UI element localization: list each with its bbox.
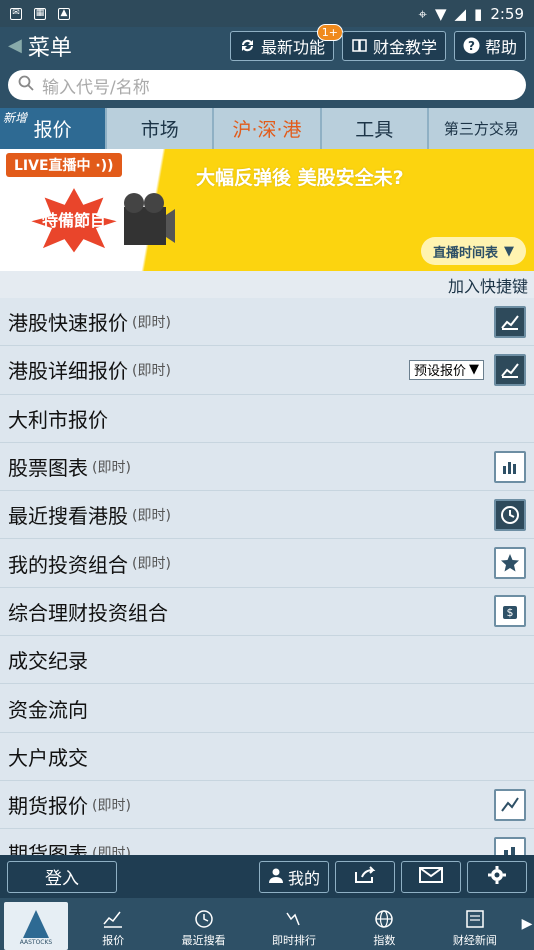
ranking-icon: [286, 912, 300, 926]
new-tag: 新增: [0, 108, 31, 127]
tab-shanghai-shenzhen-hk[interactable]: 沪·深·港: [214, 108, 322, 149]
clock: 2:59: [490, 4, 524, 23]
mail-button[interactable]: [401, 860, 461, 893]
refresh-icon: [239, 37, 256, 54]
list-item[interactable]: 我的投资组合 (即时): [0, 539, 534, 588]
chevron-down-icon: ▼: [469, 362, 479, 378]
photo-icon: ▲: [58, 7, 70, 20]
book-icon: [351, 37, 368, 54]
page-title: 菜单: [27, 35, 72, 61]
back-button[interactable]: ◀ 菜单: [8, 30, 72, 62]
share-icon: [353, 865, 377, 888]
tab-quotes[interactable]: 新增 报价: [0, 108, 108, 149]
live-schedule-label: 直播时间表: [432, 245, 498, 261]
news-icon: [466, 910, 484, 928]
chevron-right-icon[interactable]: ▶: [520, 898, 534, 950]
bottom-nav: AASTOCKS 报价 最近搜看 即时排行 指数 财经新闻 ▶: [0, 898, 534, 950]
tab-tools[interactable]: 工具: [321, 108, 429, 149]
aastocks-logo[interactable]: AASTOCKS: [4, 902, 68, 950]
tab-third-party-trading-label: 第三方交易: [443, 120, 519, 138]
mail-icon: [419, 866, 443, 887]
signal-icon: ◢: [454, 4, 467, 23]
detail-chart-icon[interactable]: [494, 353, 526, 386]
location-icon: ⌖: [418, 4, 427, 23]
banner-headline: 大幅反弹後 美股安全未?: [196, 167, 404, 189]
tab-market-label: 市场: [140, 119, 179, 141]
futures-quote-icon[interactable]: [494, 788, 526, 821]
bottom-action-bar: 登入 我的: [0, 855, 534, 898]
nav-recent[interactable]: 最近搜看: [158, 898, 248, 950]
trend-chart-icon[interactable]: [494, 305, 526, 338]
special-program-star: 特備節目: [22, 185, 126, 255]
whats-new-label: 最新功能: [260, 37, 325, 57]
tab-market[interactable]: 市场: [107, 108, 215, 149]
list-item[interactable]: 最近搜看港股 (即时): [0, 491, 534, 540]
list-item[interactable]: 大利市报价: [0, 395, 534, 443]
star-icon[interactable]: [494, 547, 526, 580]
my-account-button[interactable]: 我的: [258, 860, 329, 893]
quotes-icon: [103, 911, 123, 928]
new-badge: 1+: [316, 23, 343, 41]
svg-text:?: ?: [468, 39, 475, 53]
nav-quotes[interactable]: 报价: [68, 898, 158, 950]
live-banner[interactable]: LIVE直播中 ·)) 特備節目 大幅反弹後 美股安全未? 直播时间表 ▼: [0, 149, 534, 271]
finance-teaching-button[interactable]: 财金教学: [341, 30, 446, 61]
list-item[interactable]: 成交纪录: [0, 636, 534, 685]
tab-tools-label: 工具: [355, 119, 394, 141]
tab-quotes-label: 报价: [33, 119, 72, 141]
gear-icon: [487, 865, 507, 889]
tab-third-party-trading[interactable]: 第三方交易: [428, 108, 534, 149]
main-tabs: 新增 报价 市场 沪·深·港 工具 第三方交易: [0, 108, 534, 149]
live-schedule-button[interactable]: 直播时间表 ▼: [420, 237, 526, 265]
help-label: 帮助: [484, 37, 517, 57]
clock-icon[interactable]: [494, 498, 526, 531]
list-item[interactable]: 港股快速报价 (即时): [0, 298, 534, 347]
chevron-down-icon: ▼: [504, 243, 514, 259]
clock-icon: [194, 910, 213, 928]
search-placeholder: 输入代号/名称: [42, 77, 150, 98]
app-header: ◀ 菜单 最新功能 1+ 财金教学 ? 帮助: [0, 23, 534, 64]
settings-button[interactable]: [467, 860, 527, 893]
help-icon: ?: [463, 37, 480, 54]
list-item[interactable]: 大户成交: [0, 733, 534, 781]
nav-index[interactable]: 指数: [339, 898, 429, 950]
camera-icon: [124, 193, 175, 245]
list-item[interactable]: 资金流向: [0, 684, 534, 733]
login-button[interactable]: 登入: [7, 860, 117, 893]
status-bar: ✉ ▦ ▲ ⌖ ▼ ◢ ▮ 2:59: [0, 0, 534, 27]
list-item[interactable]: 港股详细报价 (即时) 预设报价 ▼: [0, 346, 534, 395]
grid-icon: ▦: [34, 7, 46, 20]
tab-shanghai-shenzhen-hk-label: 沪·深·港: [232, 119, 302, 141]
add-shortcut-label[interactable]: 加入快捷键: [448, 273, 528, 297]
svg-text:AASTOCKS: AASTOCKS: [20, 939, 53, 946]
search-icon: [18, 75, 34, 96]
wifi-icon: ▼: [434, 4, 447, 23]
shortcut-bar: 加入快捷键: [0, 271, 534, 298]
whats-new-button[interactable]: 最新功能 1+: [229, 23, 343, 61]
finance-teaching-label: 财金教学: [372, 37, 437, 57]
list-item[interactable]: 股票图表 (即时): [0, 443, 534, 492]
nav-news[interactable]: 财经新闻: [430, 898, 520, 950]
broadcast-icon: ·)): [95, 158, 114, 174]
svg-text:$: $: [507, 606, 514, 619]
search-area: 输入代号/名称: [0, 64, 534, 108]
back-chevron-icon: ◀: [8, 35, 22, 56]
mail-icon: ✉: [10, 7, 22, 20]
share-button[interactable]: [335, 860, 395, 893]
battery-icon: ▮: [474, 4, 483, 23]
list-item[interactable]: 期货报价 (即时): [0, 781, 534, 830]
search-input[interactable]: 输入代号/名称: [8, 70, 526, 100]
special-program-text: 特備節目: [42, 211, 106, 230]
user-icon: [268, 867, 284, 887]
nav-ranking[interactable]: 即时排行: [249, 898, 339, 950]
globe-icon: [375, 910, 394, 928]
live-badge: LIVE直播中 ·)): [6, 153, 122, 177]
stock-chart-icon[interactable]: [494, 450, 526, 483]
list-item[interactable]: 综合理财投资组合 $: [0, 588, 534, 637]
default-quote-select[interactable]: 预设报价 ▼: [408, 359, 484, 380]
money-bag-icon[interactable]: $: [494, 595, 526, 628]
menu-list: 港股快速报价 (即时) 港股详细报价 (即时) 预设报价 ▼ 大利市报价 股票图…: [0, 298, 534, 878]
help-button[interactable]: ? 帮助: [453, 30, 526, 61]
